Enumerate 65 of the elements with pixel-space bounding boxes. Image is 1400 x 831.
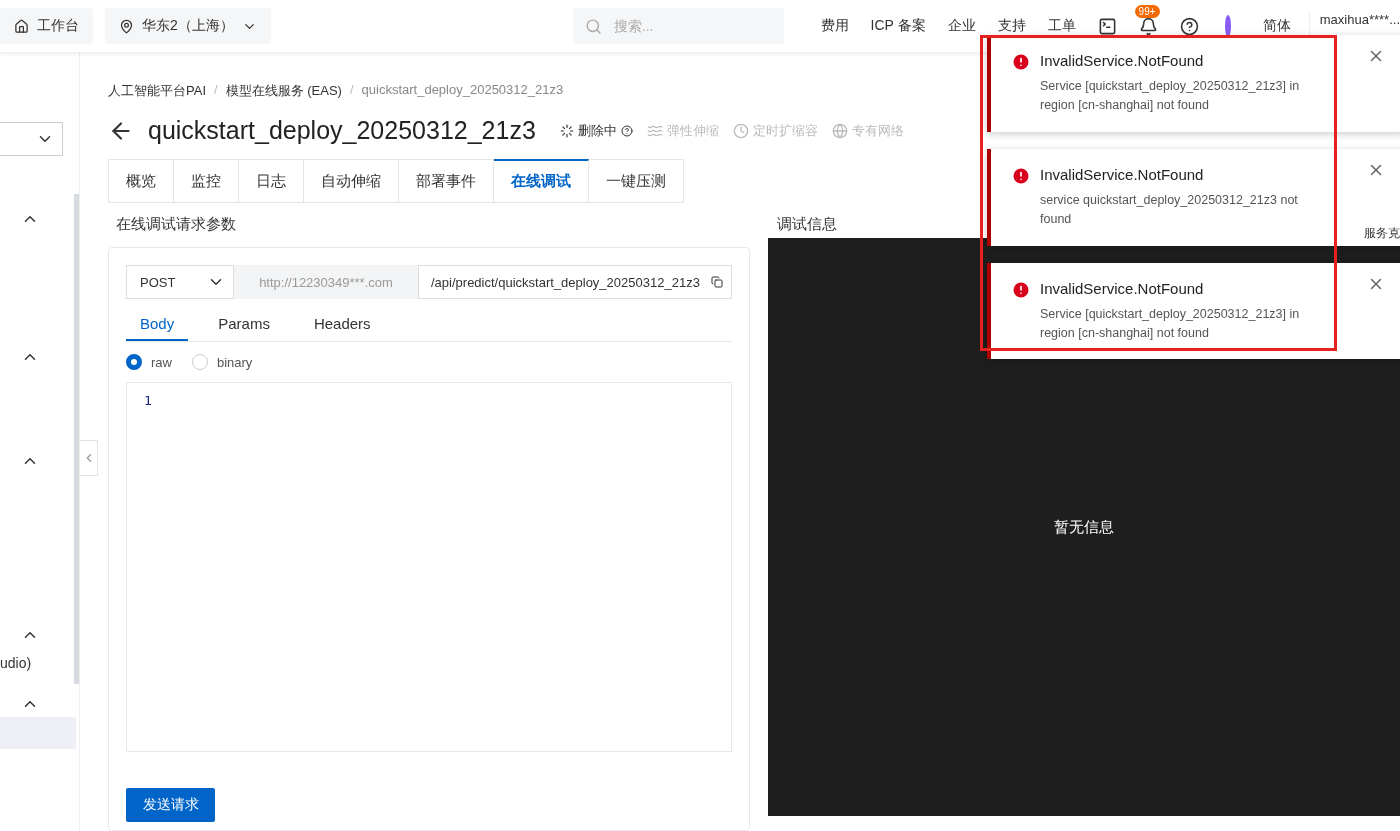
tab[interactable]: 自动伸缩 <box>304 159 399 203</box>
search-icon <box>584 17 602 35</box>
tab[interactable]: 概览 <box>108 159 174 203</box>
tab[interactable]: 一键压测 <box>589 159 684 203</box>
notification-title: InvalidService.NotFound <box>1040 279 1205 297</box>
tab[interactable]: Params <box>204 307 284 341</box>
region-select[interactable]: 华东2（上海） <box>105 8 271 44</box>
pin-icon <box>119 18 134 34</box>
help-icon[interactable] <box>1179 16 1199 36</box>
empty-message: 暂无信息 <box>1054 517 1114 537</box>
tab[interactable]: 部署事件 <box>399 159 494 203</box>
send-button[interactable]: 发送请求 <box>126 788 215 822</box>
host-field: http://12230349***.com <box>234 265 418 299</box>
clock-icon <box>732 122 749 139</box>
notification-badge: 99+ <box>1134 4 1160 18</box>
language-link[interactable]: 简体 <box>1262 17 1291 35</box>
nav-link[interactable]: 费用 <box>820 17 849 35</box>
breadcrumb-separator: / <box>349 82 354 99</box>
notification-title: InvalidService.NotFound <box>1040 165 1205 183</box>
nav-link[interactable]: ICP 备案 <box>870 17 926 35</box>
breadcrumb-link[interactable]: 模型在线服务 (EAS) <box>225 82 342 100</box>
tab[interactable]: Headers <box>299 307 385 341</box>
radio-label: raw <box>151 354 172 370</box>
service-title: quickstart_deploy_20250312_21z3 <box>148 116 536 145</box>
notification-message: Service [quickstart_deploy_20250312_21z3] in region [cn-shanghai] not found <box>1040 78 1301 115</box>
breadcrumb-link[interactable]: quickstart_deploy_20250312_21z3 <box>361 82 564 100</box>
method-select[interactable]: POST <box>126 265 234 299</box>
clone-label[interactable]: 服务克 <box>1364 225 1400 242</box>
copy-icon[interactable] <box>711 276 723 288</box>
error-icon <box>1011 52 1031 72</box>
tab[interactable]: Body <box>126 307 189 341</box>
breadcrumb-link[interactable]: 人工智能平台PAI <box>108 82 206 100</box>
section-heading: 调试信息 <box>777 215 837 234</box>
error-icon <box>1011 279 1031 300</box>
tab[interactable]: 日志 <box>239 159 304 203</box>
spinner-icon <box>559 123 574 138</box>
help-icon[interactable] <box>620 124 633 137</box>
search-input[interactable]: 搜索... <box>611 17 772 35</box>
error-icon <box>1011 165 1031 186</box>
home-icon <box>14 18 29 34</box>
terminal-icon[interactable] <box>1097 16 1117 36</box>
avatar[interactable] <box>1224 15 1231 37</box>
breadcrumb-separator: / <box>214 82 218 99</box>
notification-title: InvalidService.NotFound <box>1040 52 1205 69</box>
section-heading: 在线调试请求参数 <box>116 215 237 234</box>
notification-message: service quickstart_deploy_20250312_21z3 not found <box>1040 191 1299 229</box>
globe-icon <box>831 122 848 139</box>
path-text: /api/predict/quickstart_deploy_20250312_21z3 <box>431 274 700 290</box>
nav-link[interactable]: 企业 <box>947 17 976 35</box>
workbench-button[interactable]: 工作台 <box>0 8 93 44</box>
nav-link[interactable]: 支持 <box>997 17 1026 35</box>
nav-link[interactable]: 工单 <box>1047 17 1076 35</box>
radio-label: binary <box>216 354 253 370</box>
collapse-handle[interactable] <box>80 440 98 476</box>
notification-message: Service [quickstart_deploy_20250312_21z3] in region [cn-shanghai] not found <box>1040 305 1301 342</box>
status-label: 删除中 <box>559 121 633 140</box>
code-editor[interactable]: 1 <box>126 382 732 752</box>
sidebar-text[interactable]: udio) <box>0 655 32 671</box>
search-field[interactable]: 搜索... <box>572 8 784 44</box>
radio-button[interactable] <box>126 354 142 370</box>
path-field[interactable]: /api/predict/quickstart_deploy_20250312_21z3 <box>418 265 732 299</box>
bell-icon[interactable] <box>1138 16 1158 36</box>
tab[interactable]: 在线调试 <box>494 159 589 203</box>
line-number: 1 <box>144 393 152 408</box>
tab[interactable]: 监控 <box>174 159 239 203</box>
